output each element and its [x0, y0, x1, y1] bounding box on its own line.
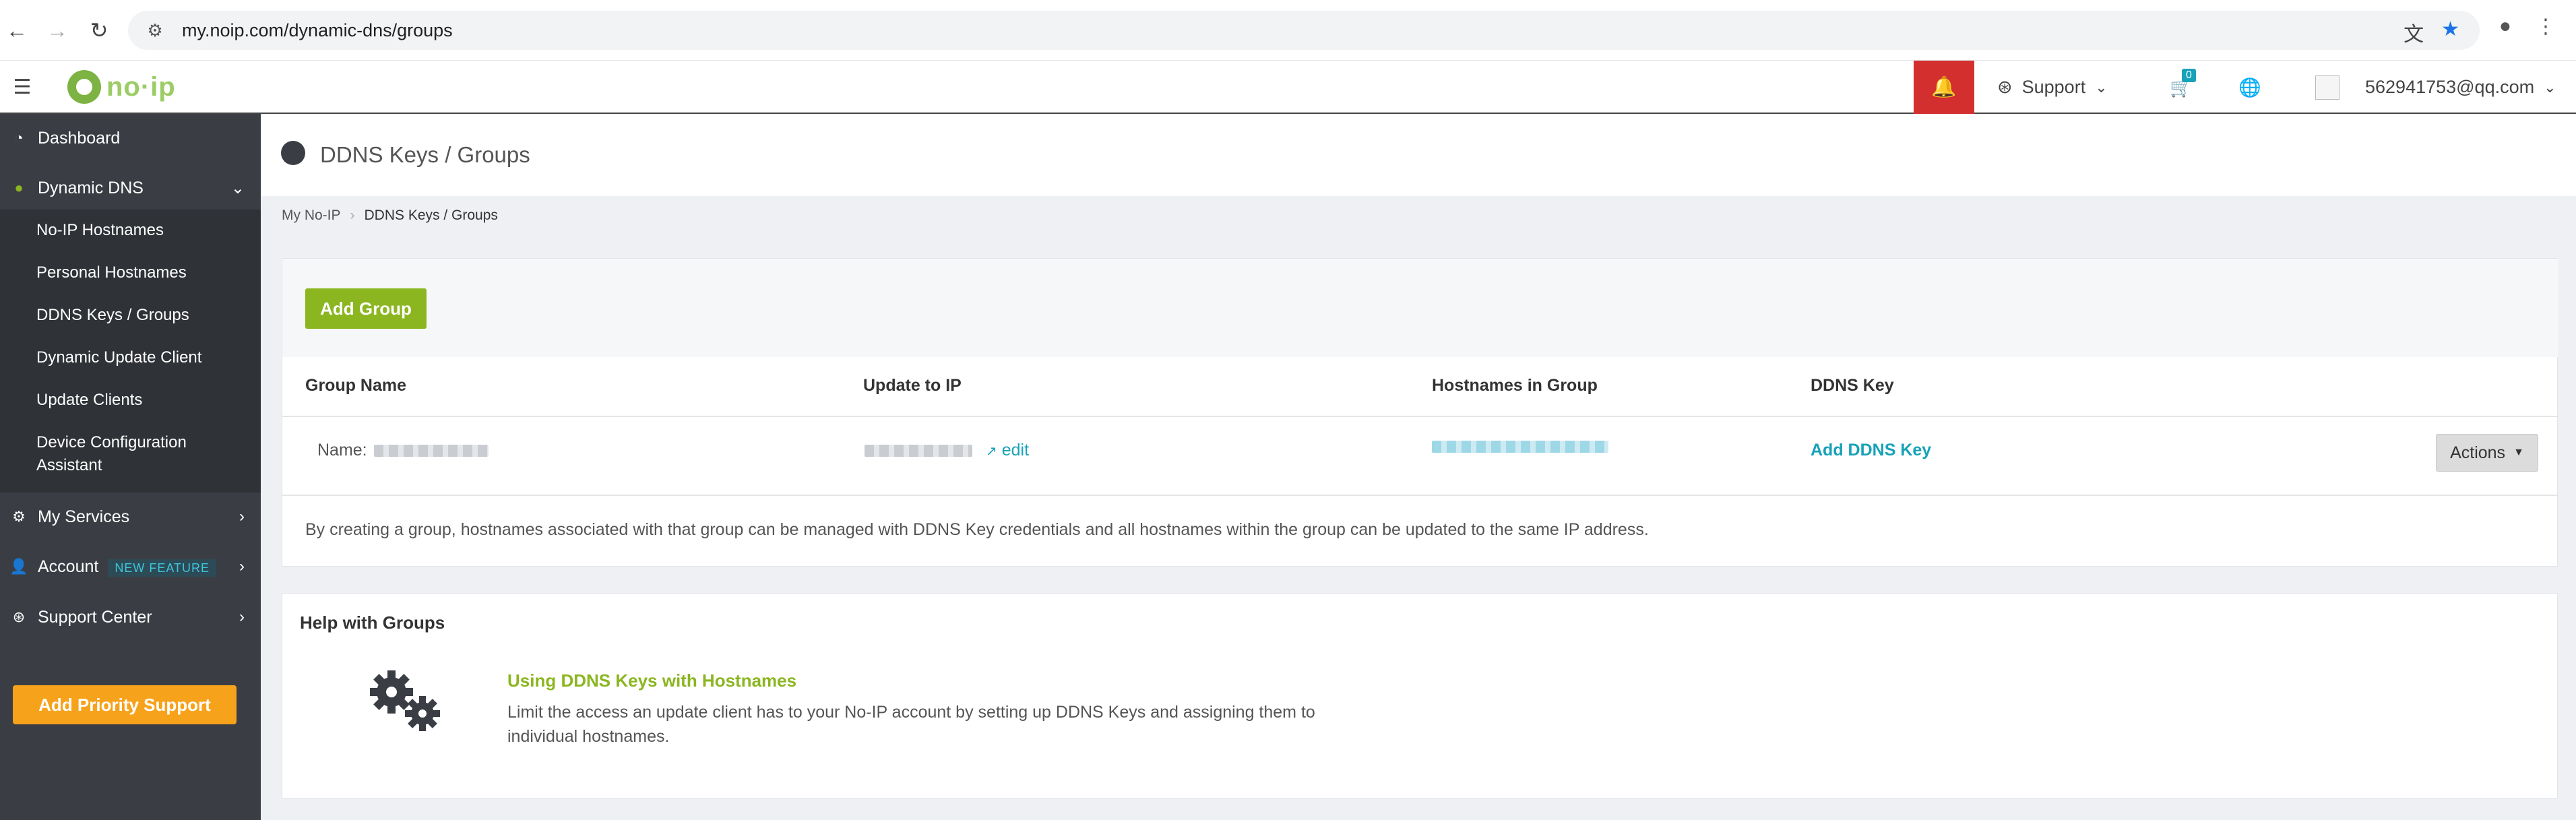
edit-label: edit	[1001, 441, 1030, 460]
site-info-icon[interactable]: ⚙	[143, 18, 167, 42]
using-ddns-keys-link[interactable]: Using DDNS Keys with Hostnames	[507, 670, 796, 691]
app-header: ☰ no·ip 🔔 ⊛ Support ⌄ 🛒 0 🌐 562941753@qq.…	[0, 61, 2576, 114]
add-ddns-key-link[interactable]: Add DDNS Key	[1811, 441, 1931, 460]
noip-logo[interactable]: no·ip	[67, 67, 176, 106]
page-title-bar: DDNS Keys / Groups	[261, 114, 2576, 196]
support-lifebuoy-icon: ⊛	[12, 608, 26, 625]
sidebar-item-dynamic-dns[interactable]: ● Dynamic DNS ⌄	[0, 175, 261, 201]
profile-icon[interactable]: ●	[2499, 15, 2511, 38]
groups-description: By creating a group, hostnames associate…	[305, 520, 1649, 539]
chevron-down-icon: ⌄	[2095, 78, 2108, 96]
help-description: Limit the access an update client has to…	[507, 703, 1315, 746]
globe-icon[interactable]: 🌐	[2238, 61, 2261, 114]
breadcrumb-current: DDNS Keys / Groups	[364, 208, 498, 223]
chevron-right-icon: ›	[239, 608, 245, 626]
sidebar-item-my-services[interactable]: ⚙ My Services ›	[0, 503, 261, 530]
add-priority-support-button[interactable]: Add Priority Support	[13, 685, 237, 724]
user-icon: 👤	[9, 558, 28, 575]
chevron-down-icon: ⌄	[2544, 78, 2556, 96]
update-ip-cell: ↗ edit	[865, 441, 1029, 460]
dynamic-dns-globe-icon: ●	[14, 179, 24, 196]
sidebar-item-label: Account	[38, 557, 99, 576]
sidebar: ◔ Dashboard ● Dynamic DNS ⌄ No-IP Hostna…	[0, 114, 261, 820]
sidebar-item-label: Dashboard	[38, 128, 121, 148]
sidebar-item-label: Dynamic DNS	[38, 178, 144, 197]
gears-icon	[370, 670, 440, 731]
notifications-bell-icon[interactable]: 🔔	[1914, 61, 1974, 114]
browser-menu-icon[interactable]: ⋮	[2536, 15, 2556, 38]
sidebar-subitem-ddns-keys-groups[interactable]: DDNS Keys / Groups	[36, 304, 239, 327]
chevron-down-icon: ⌄	[230, 179, 245, 197]
column-header-update-to-ip: Update to IP	[863, 376, 962, 395]
user-email: 562941753@qq.com	[2365, 77, 2535, 97]
sidebar-subitem-dynamic-update-client[interactable]: Dynamic Update Client	[36, 346, 239, 369]
table-divider	[282, 495, 2558, 496]
gear-icon: ⚙	[12, 508, 26, 525]
chevron-right-icon: ›	[239, 557, 245, 575]
logo-mark-icon	[67, 70, 101, 104]
back-arrow-icon[interactable]: ←	[1, 15, 32, 46]
breadcrumb: My No-IP › DDNS Keys / Groups	[282, 208, 498, 224]
cart-count-badge: 0	[2182, 68, 2196, 82]
dynamic-dns-submenu: No-IP Hostnames Personal Hostnames DDNS …	[0, 210, 261, 493]
help-card: Help with Groups Using DDNS Keys with Ho…	[282, 593, 2558, 798]
sidebar-item-support-center[interactable]: ⊛ Support Center ›	[0, 604, 261, 631]
actions-dropdown-button[interactable]: Actions ▼	[2436, 434, 2538, 472]
dashboard-icon: ◔	[14, 129, 24, 146]
address-bar[interactable]: ⚙ my.noip.com/dynamic-dns/groups 文 ★	[128, 11, 2480, 50]
lifebuoy-icon: ⊛	[1997, 77, 2013, 97]
column-header-hostnames: Hostnames in Group	[1432, 376, 1598, 395]
browser-toolbar: ← → ↻ ⚙ my.noip.com/dynamic-dns/groups 文…	[0, 0, 2576, 61]
caret-down-icon: ▼	[2513, 447, 2524, 458]
redacted-group-name	[373, 444, 489, 457]
sidebar-subitem-update-clients[interactable]: Update Clients	[36, 389, 239, 412]
group-name-cell: Name:	[317, 441, 489, 460]
forward-arrow-icon[interactable]: →	[42, 15, 73, 46]
page-title: DDNS Keys / Groups	[320, 142, 530, 167]
account-label-group: Account NEW FEATURE	[38, 557, 217, 577]
cart-button[interactable]: 🛒 0	[2170, 61, 2196, 114]
url-text[interactable]: my.noip.com/dynamic-dns/groups	[182, 20, 453, 41]
sidebar-item-account[interactable]: 👤 Account NEW FEATURE ›	[0, 553, 261, 580]
cart-icon: 🛒 0	[2170, 68, 2196, 98]
chevron-right-icon: ›	[239, 507, 245, 526]
sidebar-item-label: Support Center	[38, 607, 152, 627]
sidebar-subitem-noip-hostnames[interactable]: No-IP Hostnames	[36, 219, 239, 242]
hostnames-cell[interactable]	[1432, 441, 1608, 453]
bookmark-star-icon[interactable]: ★	[2441, 18, 2459, 47]
account-menu[interactable]: 562941753@qq.com ⌄	[2315, 61, 2556, 114]
avatar	[2315, 75, 2339, 100]
new-feature-badge: NEW FEATURE	[108, 559, 217, 577]
redacted-ip-address	[865, 444, 972, 457]
groups-toolbar: Add Group	[282, 259, 2558, 357]
breadcrumb-separator-icon: ›	[350, 208, 355, 223]
translate-icon[interactable]: 文	[2404, 18, 2424, 47]
redacted-hostname-link[interactable]	[1432, 441, 1608, 453]
reload-icon[interactable]: ↻	[84, 15, 115, 46]
edit-ip-link[interactable]: ↗ edit	[986, 441, 1029, 460]
external-edit-icon: ↗	[986, 444, 997, 459]
support-menu[interactable]: ⊛ Support ⌄	[1997, 61, 2108, 114]
support-label: Support	[2021, 77, 2086, 97]
groups-card: Add Group Group Name Update to IP Hostna…	[282, 258, 2558, 567]
logo-text: no·ip	[106, 71, 176, 102]
table-divider	[282, 416, 2558, 417]
add-group-button[interactable]: Add Group	[305, 288, 427, 329]
group-name-prefix: Name:	[317, 441, 367, 460]
sidebar-subitem-personal-hostnames[interactable]: Personal Hostnames	[36, 261, 239, 284]
ddns-key-cell: Add DDNS Key	[1811, 441, 1931, 460]
sidebar-item-label: My Services	[38, 507, 130, 526]
help-title: Help with Groups	[300, 612, 445, 633]
breadcrumb-my-noip[interactable]: My No-IP	[282, 208, 341, 224]
sidebar-toggle-icon[interactable]: ☰	[7, 73, 38, 101]
globe-icon	[281, 141, 305, 165]
actions-label: Actions	[2450, 443, 2506, 462]
sidebar-subitem-device-config-assistant[interactable]: Device Configuration Assistant	[36, 431, 205, 477]
column-header-group-name: Group Name	[305, 376, 407, 395]
sidebar-item-dashboard[interactable]: ◔ Dashboard	[0, 125, 261, 152]
column-header-ddns-key: DDNS Key	[1811, 376, 1894, 395]
